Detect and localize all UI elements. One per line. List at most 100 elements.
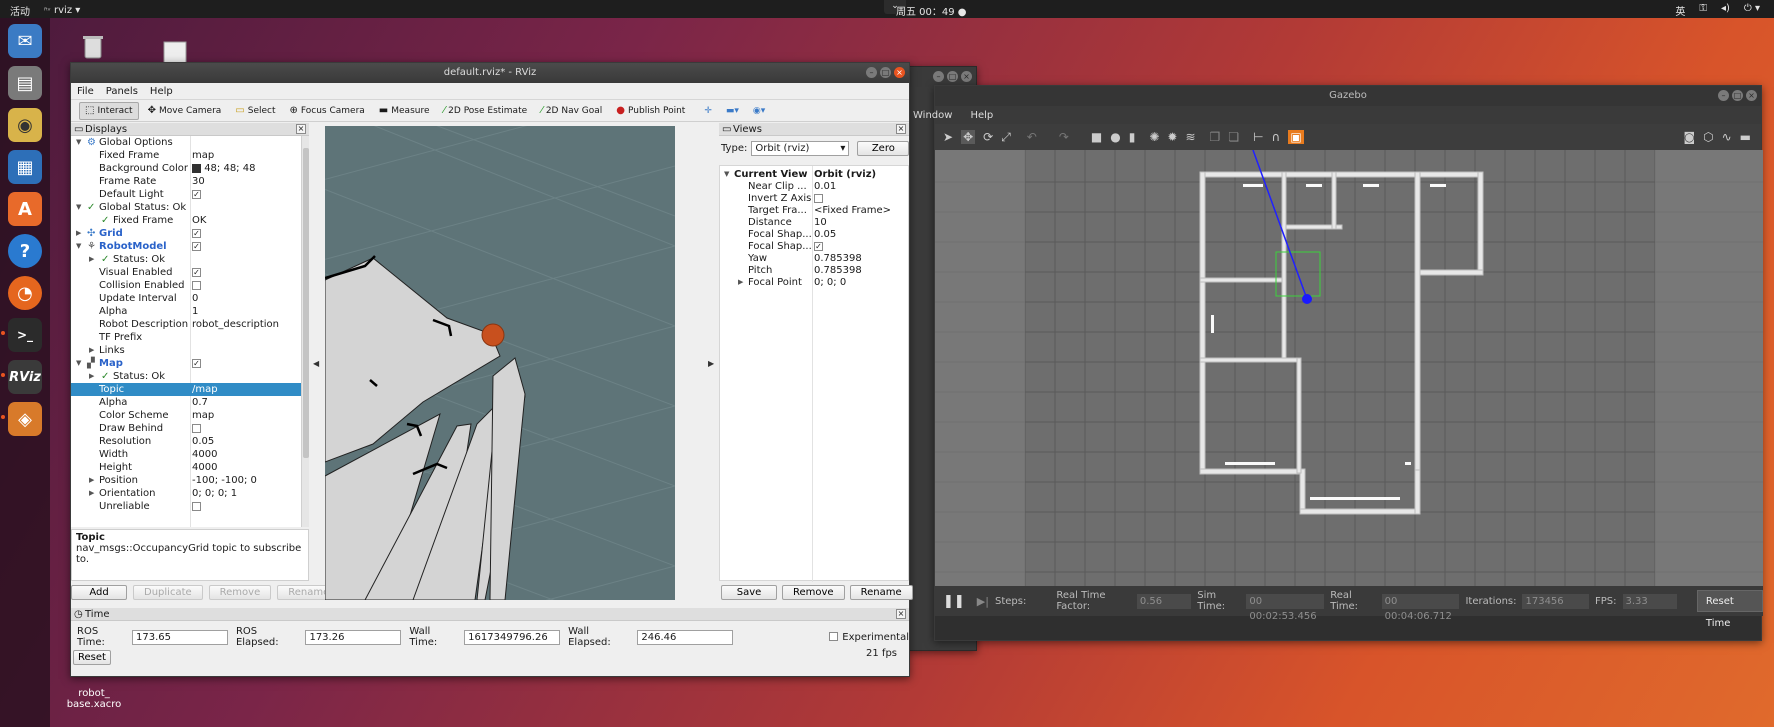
help-icon[interactable]: ? — [8, 234, 42, 268]
plot-icon[interactable]: ∿ — [1722, 130, 1732, 144]
files-icon[interactable]: ▤ — [8, 66, 42, 100]
change-view-icon[interactable]: ▣ — [1288, 130, 1304, 144]
power-icon[interactable]: ⏻ ▾ — [1744, 3, 1760, 18]
tree-row[interactable]: Draw Behind — [71, 422, 301, 435]
tree-row[interactable]: Background Color 48; 48; 48 — [71, 162, 301, 175]
frame-rate-value[interactable]: 30 — [192, 175, 205, 188]
rviz-titlebar[interactable]: default.rviz* - RViz – □ × — [71, 63, 909, 83]
gazebo-window[interactable]: Gazebo – □ × Window Help ➤ ✥ ⟳ ⤢ ↶ ↷ ■ ● ▮… — [913, 85, 1763, 641]
box-icon[interactable]: ■ — [1091, 130, 1102, 144]
spot-light-icon[interactable]: ✹ — [1167, 130, 1177, 144]
remove-view-button[interactable]: Remove — [782, 585, 845, 600]
undo-icon[interactable]: ↶ — [1027, 130, 1037, 144]
expand-arrow-icon[interactable]: ▶ — [76, 227, 81, 240]
move-camera-tool[interactable]: ✥ Move Camera — [143, 102, 227, 120]
robot-model-checkbox[interactable]: ✓ — [192, 240, 201, 253]
rotate-icon[interactable]: ⟳ — [983, 130, 993, 144]
close-icon[interactable]: × — [896, 124, 906, 134]
menu-panels[interactable]: Panels — [106, 86, 138, 97]
maximize-icon[interactable]: □ — [880, 67, 891, 78]
gazebo-titlebar[interactable]: Gazebo – □ × — [935, 86, 1761, 106]
tree-row[interactable]: Update Interval 0 — [71, 292, 301, 305]
redo-icon[interactable]: ↷ — [1059, 130, 1069, 144]
measure-tool[interactable]: ▬ Measure — [374, 102, 435, 120]
publish-point-tool[interactable]: ● Publish Point — [611, 102, 690, 120]
directional-light-icon[interactable]: ≋ — [1185, 130, 1195, 144]
save-view-button[interactable]: Save — [721, 585, 777, 600]
select-tool[interactable]: ▭ Select — [230, 102, 280, 120]
step-icon[interactable]: ▶| — [977, 595, 989, 608]
thunderbird-icon[interactable]: ✉ — [8, 24, 42, 58]
rename-view-button[interactable]: Rename — [849, 585, 913, 600]
tree-row[interactable]: Unreliable — [71, 500, 301, 513]
log-icon[interactable]: ⬡ — [1703, 130, 1713, 144]
wall-time-field[interactable]: 1617349796.26 — [464, 629, 561, 645]
tree-row[interactable]: Collision Enabled — [71, 279, 301, 292]
background-window-titlebar[interactable]: – □ × — [908, 67, 976, 87]
views-tree[interactable]: ▼ Current View Orbit (rviz) Near Clip ... 0… — [719, 165, 909, 582]
reset-button[interactable]: Reset — [73, 650, 111, 665]
tree-row[interactable]: ▶ ✣ Grid ✓ — [71, 227, 301, 240]
terminal-icon[interactable]: >_ — [1, 318, 42, 352]
writer-icon[interactable]: ▦ — [8, 150, 42, 184]
scrollbar-thumb[interactable] — [303, 148, 309, 458]
paste-icon[interactable]: ❏ — [1228, 130, 1239, 144]
tree-row[interactable]: Alpha 0.7 — [71, 396, 301, 409]
cylinder-icon[interactable]: ▮ — [1129, 130, 1136, 144]
collapse-right-icon[interactable]: ▶ — [708, 359, 714, 368]
tree-row[interactable]: Robot Description robot_description — [71, 318, 301, 331]
volume-icon[interactable]: ◂) — [1721, 3, 1730, 18]
menu-file[interactable]: File — [77, 86, 94, 97]
sphere-icon[interactable]: ● — [1110, 130, 1120, 144]
rhythmbox-icon[interactable]: ◉ — [8, 108, 42, 142]
expand-arrow-icon[interactable]: ▶ — [89, 344, 94, 357]
expand-arrow-icon[interactable]: ▼ — [76, 357, 81, 370]
bg-color-value[interactable]: 48; 48; 48 — [192, 162, 255, 175]
select-arrow-icon[interactable]: ➤ — [943, 130, 953, 144]
tree-row[interactable]: TF Prefix — [71, 331, 301, 344]
activities-button[interactable]: 活动 — [10, 3, 30, 18]
tree-row[interactable]: Default Light ✓ — [71, 188, 301, 201]
expand-arrow-icon[interactable]: ▶ — [89, 253, 94, 266]
close-icon[interactable]: × — [894, 67, 905, 78]
tree-row[interactable]: ▶ ✓ Status: Ok — [71, 253, 301, 266]
default-light-checkbox[interactable]: ✓ — [192, 188, 201, 201]
tree-row[interactable]: ▶ Links — [71, 344, 301, 357]
gazebo-menu-window[interactable]: Window — [913, 110, 952, 121]
focal-point-value[interactable]: 0; 0; 0 — [814, 276, 846, 289]
expand-arrow-icon[interactable]: ▼ — [76, 201, 81, 214]
expand-arrow-icon[interactable]: ▶ — [89, 487, 94, 500]
robot-description-value[interactable]: robot_description — [192, 318, 279, 331]
expand-arrow-icon[interactable]: ▶ — [738, 276, 743, 289]
displays-scrollbar[interactable] — [301, 136, 309, 527]
trash-icon[interactable] — [78, 32, 118, 62]
maximize-icon[interactable]: □ — [947, 71, 958, 82]
draw-behind-checkbox[interactable] — [192, 422, 201, 435]
experimental-checkbox[interactable] — [829, 632, 839, 643]
tree-row[interactable]: ▼ ⚙ Global Options — [71, 136, 301, 149]
topic-value[interactable]: /map — [192, 383, 218, 396]
reset-time-button[interactable]: Reset Time — [1696, 590, 1763, 629]
screenshot-icon[interactable]: ◙ — [1683, 130, 1695, 144]
tree-row[interactable]: ✓ Fixed Frame OK — [71, 214, 301, 227]
expand-arrow-icon[interactable]: ▼ — [76, 240, 81, 253]
expand-arrow-icon[interactable]: ▶ — [89, 474, 94, 487]
tree-row[interactable]: ▶ Focal Point 0; 0; 0 — [720, 276, 950, 289]
wall-elapsed-field[interactable]: 246.46 — [637, 629, 734, 645]
minimize-icon[interactable]: – — [1718, 90, 1729, 101]
align-icon[interactable]: ⊢ — [1253, 130, 1263, 144]
tree-row-selected[interactable]: Topic/map — [71, 383, 301, 396]
gazebo-icon[interactable]: ◈ — [1, 402, 42, 436]
menu-help[interactable]: Help — [150, 86, 173, 97]
color-scheme-value[interactable]: map — [192, 409, 214, 422]
software-center-icon[interactable]: A — [8, 192, 42, 226]
view-type-select[interactable]: Orbit (rviz) — [751, 141, 850, 156]
remove-display-button[interactable]: Remove — [208, 585, 272, 600]
visual-enabled-checkbox[interactable]: ✓ — [192, 266, 201, 279]
zero-button[interactable]: Zero — [857, 141, 910, 156]
close-icon[interactable]: × — [896, 609, 906, 619]
tree-row[interactable]: Height 4000 — [71, 461, 301, 474]
grid-checkbox[interactable]: ✓ — [192, 227, 201, 240]
expand-arrow-icon[interactable]: ▼ — [76, 136, 81, 149]
firefox-icon[interactable]: ◔ — [8, 276, 42, 310]
